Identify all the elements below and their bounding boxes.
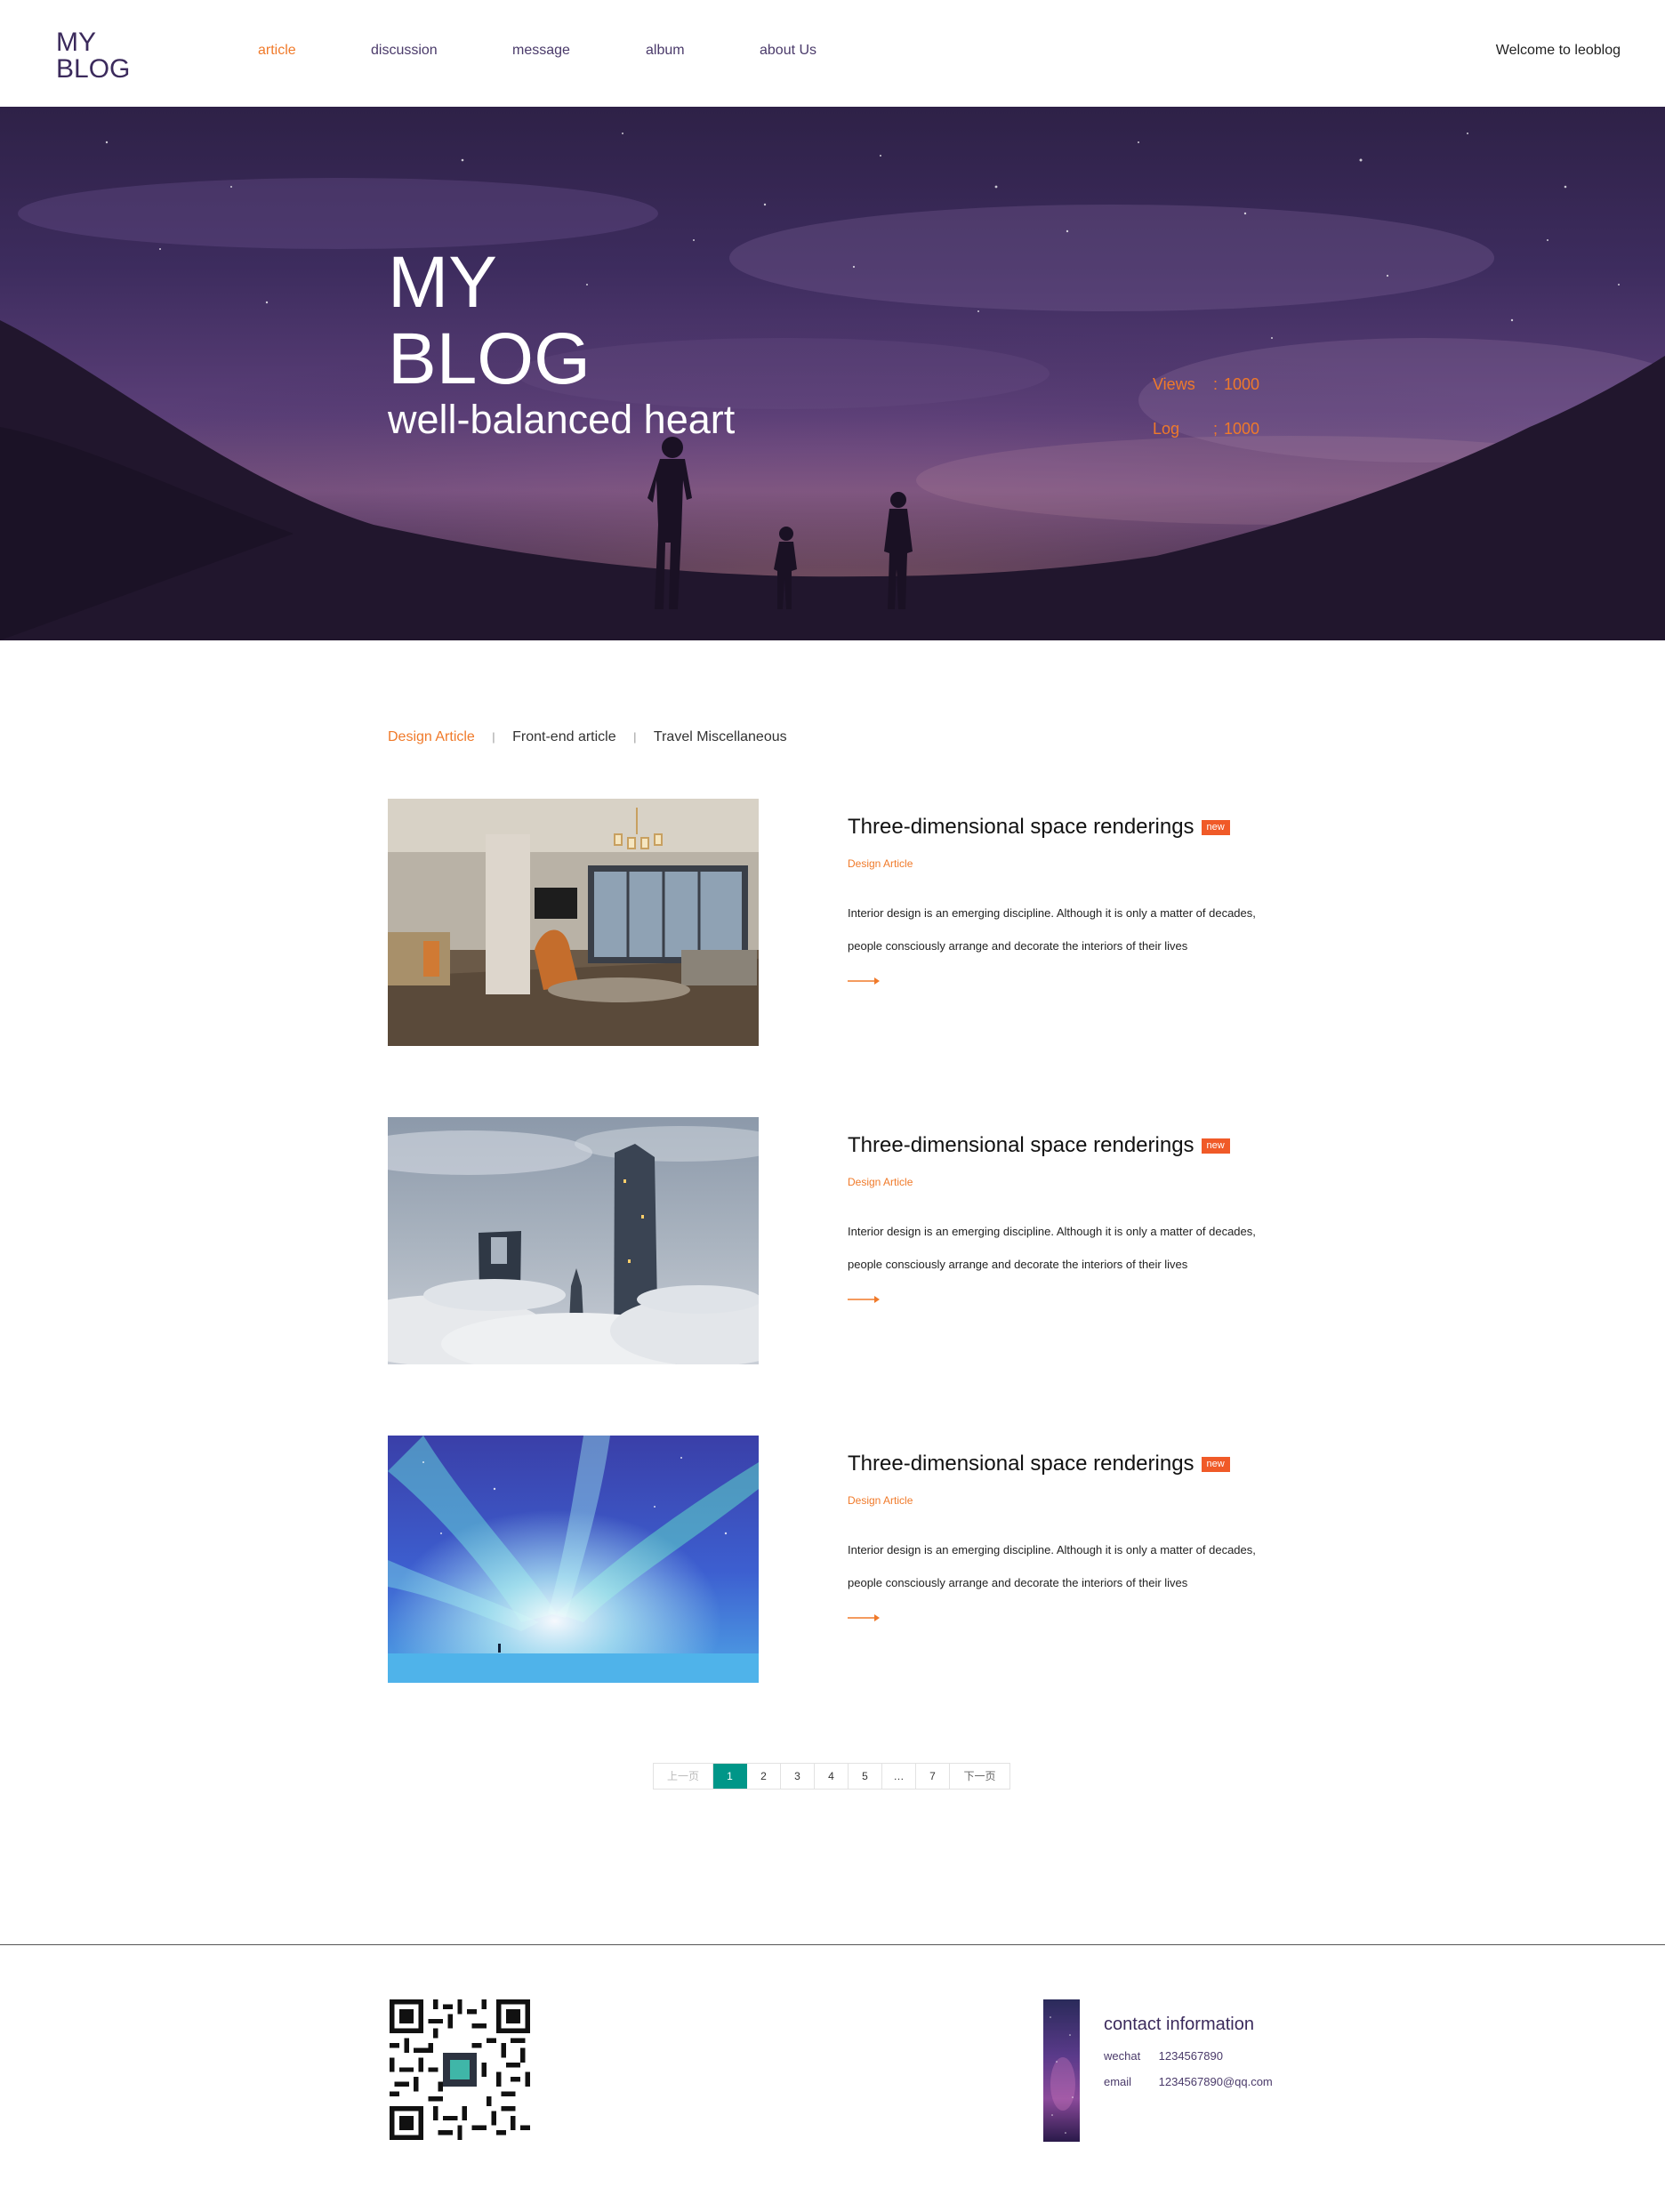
welcome-text: Welcome to leoblog: [1495, 43, 1621, 58]
contact-galaxy-image: [1043, 1999, 1080, 2142]
stat-value: 1000: [1224, 375, 1260, 393]
nav-item-discussion[interactable]: discussion: [371, 43, 438, 59]
pagination: 上一页 1 2 3 4 5 … 7 下一页: [653, 1763, 1010, 1790]
article-thumbnail[interactable]: [388, 1436, 759, 1683]
article-description: Interior design is an emerging disciplin…: [848, 1225, 1256, 1271]
read-more-arrow-icon[interactable]: [848, 1613, 880, 1622]
page-button-7[interactable]: 7: [916, 1764, 950, 1789]
article-title-text: Three-dimensional space renderings: [848, 1452, 1194, 1476]
site-logo[interactable]: MY BLOG: [56, 29, 154, 83]
read-more-arrow-icon[interactable]: [848, 977, 880, 985]
article-category[interactable]: Design Article: [848, 857, 1292, 870]
new-badge: new: [1201, 1138, 1230, 1154]
stat-separator: ;: [1213, 420, 1219, 438]
nav-item-about-us[interactable]: about Us: [760, 43, 816, 59]
page-button-1[interactable]: 1: [713, 1764, 747, 1789]
email-label: email: [1104, 2075, 1132, 2088]
tab-travel-miscellaneous[interactable]: Travel Miscellaneous: [654, 729, 787, 745]
nav-item-article[interactable]: article: [258, 43, 296, 59]
site-header: MY BLOG article discussion message album…: [0, 0, 1665, 107]
night-sky-illustration: [0, 107, 1665, 640]
article-title[interactable]: Three-dimensional space renderings new: [848, 1133, 1292, 1158]
stat-label: Log: [1153, 420, 1180, 438]
article-card: Three-dimensional space renderings new De…: [388, 1436, 1277, 1683]
hero-subtitle: well-balanced heart: [388, 397, 736, 442]
prev-page-button[interactable]: 上一页: [654, 1764, 713, 1789]
logo-line-1: MY: [56, 28, 96, 57]
tab-separator: |: [633, 730, 637, 744]
nav-item-album[interactable]: album: [646, 43, 685, 59]
qr-code-icon: [390, 1999, 530, 2140]
nav-item-message[interactable]: message: [512, 43, 570, 59]
stat-separator: :: [1213, 375, 1219, 393]
page-button-5[interactable]: 5: [849, 1764, 882, 1789]
contact-email: email 1234567890@qq.com: [1104, 2075, 1273, 2088]
article-title[interactable]: Three-dimensional space renderings new: [848, 815, 1292, 840]
new-badge: new: [1201, 820, 1230, 835]
article-title[interactable]: Three-dimensional space renderings new: [848, 1452, 1292, 1476]
stat-label: Views: [1153, 375, 1195, 393]
article-description: Interior design is an emerging disciplin…: [848, 906, 1256, 953]
interior-living-room-image: [388, 799, 759, 1046]
article-card: Three-dimensional space renderings new De…: [388, 799, 1277, 1046]
skyscrapers-above-clouds-image: [388, 1117, 759, 1364]
article-body: Three-dimensional space renderings new De…: [848, 1133, 1292, 1304]
next-page-button[interactable]: 下一页: [950, 1764, 1009, 1789]
article-category[interactable]: Design Article: [848, 1176, 1292, 1188]
article-thumbnail[interactable]: [388, 1117, 759, 1364]
article-card: Three-dimensional space renderings new De…: [388, 1117, 1277, 1364]
contact-wechat: wechat 1234567890: [1104, 2049, 1273, 2063]
page-button-3[interactable]: 3: [781, 1764, 815, 1789]
read-more-arrow-icon[interactable]: [848, 1295, 880, 1304]
hero-title: MY BLOG: [388, 245, 591, 398]
hero-title-line-2: BLOG: [388, 318, 591, 399]
tab-separator: |: [492, 730, 495, 744]
footer-divider: [0, 1944, 1665, 1945]
tab-front-end-article[interactable]: Front-end article: [512, 729, 616, 745]
wechat-label: wechat: [1104, 2049, 1141, 2063]
page-button-4[interactable]: 4: [815, 1764, 849, 1789]
article-title-text: Three-dimensional space renderings: [848, 1133, 1194, 1157]
article-category[interactable]: Design Article: [848, 1494, 1292, 1507]
email-value[interactable]: 1234567890@qq.com: [1159, 2075, 1273, 2088]
contact-info: contact information wechat 1234567890 em…: [1104, 2015, 1273, 2088]
page-button-2[interactable]: 2: [747, 1764, 781, 1789]
contact-title: contact information: [1104, 2015, 1254, 2034]
stat-value: 1000: [1224, 420, 1260, 438]
category-tabs: Design Article | Front-end article | Tra…: [388, 729, 787, 745]
page-ellipsis: …: [882, 1764, 916, 1789]
wechat-value: 1234567890: [1158, 2049, 1223, 2063]
article-title-text: Three-dimensional space renderings: [848, 815, 1194, 839]
aurora-night-sky-image: [388, 1436, 759, 1683]
tab-design-article[interactable]: Design Article: [388, 729, 475, 745]
new-badge: new: [1201, 1457, 1230, 1472]
article-body: Three-dimensional space renderings new De…: [848, 815, 1292, 985]
article-description: Interior design is an emerging disciplin…: [848, 1543, 1256, 1589]
hero-title-line-1: MY: [388, 242, 497, 323]
article-thumbnail[interactable]: [388, 799, 759, 1046]
logo-line-2: BLOG: [56, 54, 131, 84]
hero-banner: MY BLOG well-balanced heart Views : 1000…: [0, 107, 1665, 640]
article-body: Three-dimensional space renderings new De…: [848, 1452, 1292, 1622]
